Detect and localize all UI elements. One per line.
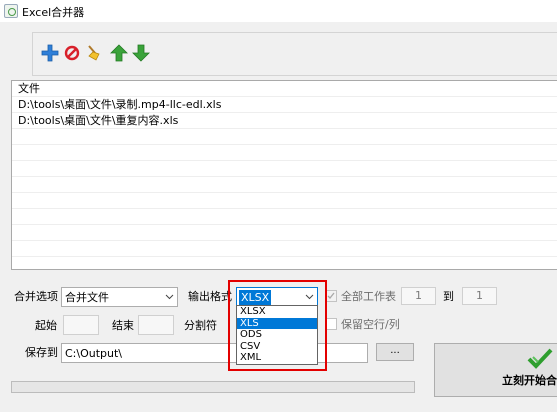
output-format-label: 输出格式 <box>188 290 232 303</box>
title-bar: Excel合并器 <box>0 0 557 22</box>
app-icon <box>4 4 18 18</box>
sheet-from-field[interactable]: 1 <box>401 287 436 305</box>
empty-row <box>12 129 557 145</box>
all-sheets-label: 全部工作表 <box>341 290 396 303</box>
end-field[interactable] <box>138 315 174 335</box>
start-label: 起始 <box>35 319 57 332</box>
sheet-to-field[interactable]: 1 <box>462 287 497 305</box>
file-list-item[interactable]: D:\tools\桌面\文件\重复内容.xls <box>12 113 557 129</box>
empty-row <box>12 161 557 177</box>
add-icon[interactable] <box>40 43 60 63</box>
chevron-down-icon <box>161 288 177 306</box>
move-down-icon[interactable] <box>131 43 151 63</box>
save-path-value: C:\Output\ <box>65 347 123 360</box>
toolbar <box>32 32 557 76</box>
start-field[interactable] <box>63 315 99 335</box>
empty-row <box>12 193 557 209</box>
empty-row <box>12 225 557 241</box>
end-label: 结束 <box>112 319 134 332</box>
file-list-item[interactable]: D:\tools\桌面\文件\录制.mp4-llc-edl.xls <box>12 97 557 113</box>
empty-row <box>12 177 557 193</box>
start-merge-label: 立刻开始合 <box>502 374 557 387</box>
browse-button[interactable]: ... <box>376 343 414 361</box>
remove-icon[interactable] <box>62 43 82 63</box>
empty-row <box>12 241 557 257</box>
window-title: Excel合并器 <box>22 6 85 19</box>
keep-empty-label: 保留空行/列 <box>341 318 400 331</box>
file-list[interactable]: 文件 D:\tools\桌面\文件\录制.mp4-llc-edl.xls D:\… <box>11 80 557 270</box>
merge-option-label: 合并选项 <box>14 290 58 303</box>
merge-option-value: 合并文件 <box>65 291 109 304</box>
highlight-callout <box>228 280 327 371</box>
start-merge-button[interactable]: 立刻开始合 <box>434 343 557 397</box>
separator-label: 分割符 <box>184 319 217 332</box>
to-label: 到 <box>443 290 454 303</box>
clear-broom-icon[interactable] <box>84 43 104 63</box>
progress-bar <box>11 381 415 393</box>
empty-row <box>12 145 557 161</box>
check-icon <box>527 348 553 373</box>
move-up-icon[interactable] <box>109 43 129 63</box>
empty-row <box>12 209 557 225</box>
file-list-header: 文件 <box>12 81 557 97</box>
save-to-label: 保存到 <box>25 346 58 359</box>
merge-option-select[interactable]: 合并文件 <box>61 287 178 307</box>
